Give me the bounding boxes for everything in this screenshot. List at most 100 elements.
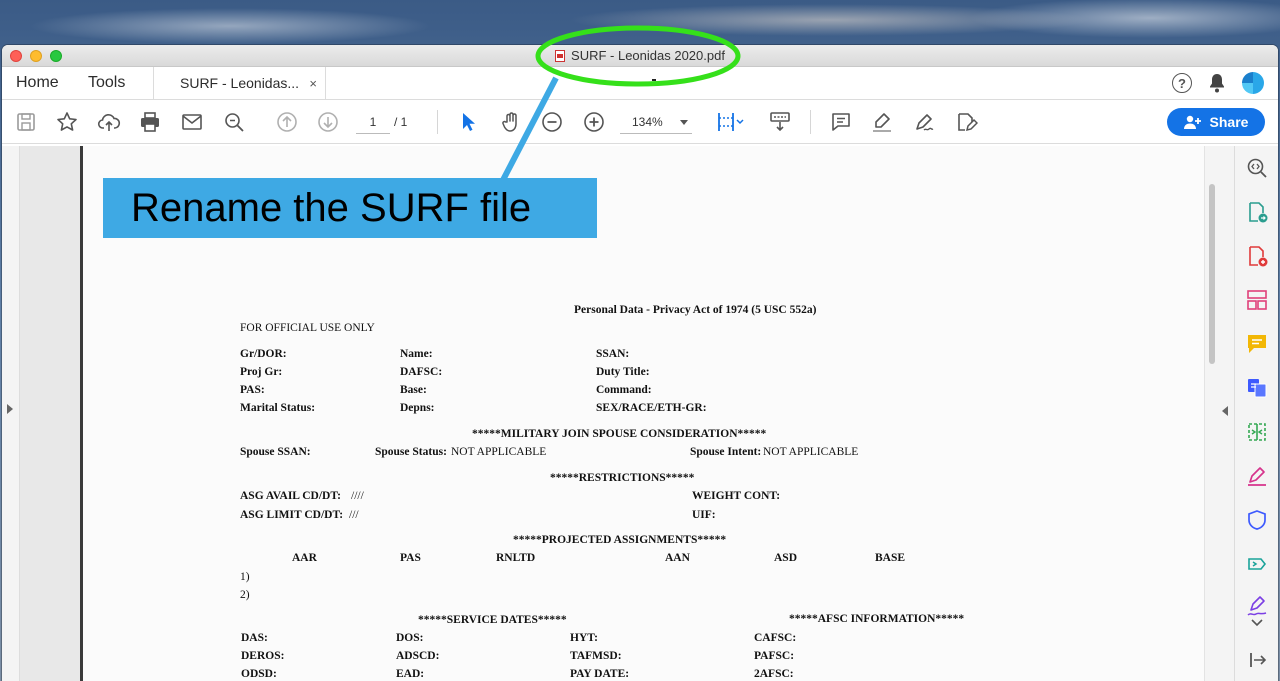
doc-field-label: DAFSC: [400, 366, 443, 378]
doc-field-label: ODSD: [241, 668, 277, 680]
compress-pdf-icon[interactable] [1245, 420, 1269, 444]
notifications-bell-icon[interactable] [1208, 73, 1226, 93]
doc-field-label: PAS: [240, 384, 265, 396]
doc-privacy-header: Personal Data - Privacy Act of 1974 (5 U… [574, 304, 817, 316]
select-cursor-icon[interactable] [454, 108, 482, 136]
request-signature-icon[interactable] [1245, 594, 1269, 618]
doc-field-label: ASG LIMIT CD/DT: [240, 509, 344, 521]
fit-page-icon[interactable] [713, 108, 747, 136]
avatar[interactable] [1242, 72, 1264, 94]
more-tools-chevron-icon[interactable] [1245, 616, 1269, 630]
share-button[interactable]: Share [1167, 108, 1265, 136]
close-tab-icon[interactable]: × [309, 76, 317, 91]
doc-field-label: PAFSC: [754, 650, 795, 662]
tools-pane [1234, 146, 1278, 681]
doc-field-label: DEROS: [241, 650, 285, 662]
doc-field-value: NOT APPLICABLE [763, 446, 859, 458]
vertical-scrollbar[interactable] [1204, 146, 1218, 681]
doc-field-label: EAD: [396, 668, 425, 680]
chevron-down-icon [680, 120, 688, 125]
window-title: SURF - Leonidas 2020.pdf [555, 48, 725, 63]
doc-fouo: FOR OFFICIAL USE ONLY [240, 322, 375, 334]
comment-tool-icon[interactable] [1245, 332, 1269, 356]
highlight-pen-icon[interactable] [868, 108, 896, 136]
add-person-icon [1183, 115, 1201, 129]
fill-and-sign-icon[interactable] [1245, 464, 1269, 488]
save-icon[interactable] [12, 108, 40, 136]
desktop-background [0, 0, 1280, 46]
doc-section-heading: *****PROJECTED ASSIGNMENTS***** [513, 534, 727, 546]
doc-field-label: PAY DATE: [570, 668, 630, 680]
doc-section-heading: *****MILITARY JOIN SPOUSE CONSIDERATION*… [472, 428, 767, 440]
tab-document[interactable]: SURF - Leonidas... × [154, 67, 326, 99]
minimize-window-button[interactable] [30, 50, 42, 62]
help-icon[interactable]: ? [1172, 73, 1192, 93]
export-pdf-icon[interactable] [1245, 200, 1269, 224]
doc-field-label: ASG AVAIL CD/DT: [240, 490, 341, 502]
doc-field-value: /// [349, 509, 359, 521]
doc-column-header: PAS [400, 552, 421, 564]
toolbar-divider [810, 110, 811, 134]
organize-pages-icon[interactable] [1245, 288, 1269, 312]
doc-field-label: WEIGHT CONT: [692, 490, 781, 502]
doc-field-label: Spouse Intent: [690, 446, 762, 458]
sign-icon[interactable] [910, 108, 938, 136]
right-panel-toggle[interactable] [1218, 146, 1234, 681]
share-button-label: Share [1209, 114, 1249, 130]
doc-section-heading: *****AFSC INFORMATION***** [789, 613, 965, 625]
zoom-window-button[interactable] [50, 50, 62, 62]
create-pdf-icon[interactable] [1245, 244, 1269, 268]
next-page-icon[interactable] [314, 108, 342, 136]
doc-field-label: TAFMSD: [570, 650, 622, 662]
fill-sign-icon[interactable] [952, 108, 980, 136]
zoom-level-select[interactable]: 134% [620, 112, 692, 134]
chevron-right-icon [7, 404, 13, 414]
hand-tool-icon[interactable] [497, 108, 525, 136]
print-icon[interactable] [136, 108, 164, 136]
doc-field-label: Marital Status: [240, 402, 316, 414]
zoom-out-icon[interactable] [538, 108, 566, 136]
close-window-button[interactable] [10, 50, 22, 62]
doc-field-label: Spouse SSAN: [240, 446, 311, 458]
collapse-pane-icon[interactable] [1245, 648, 1269, 672]
doc-field-label: ADSCD: [396, 650, 440, 662]
upload-cloud-icon[interactable] [95, 108, 123, 136]
send-for-review-icon[interactable] [1245, 552, 1269, 576]
left-panel-toggle[interactable] [2, 146, 20, 681]
protect-shield-icon[interactable] [1245, 508, 1269, 532]
combine-files-icon[interactable] [1245, 376, 1269, 400]
doc-field-label: Depns: [400, 402, 435, 414]
star-icon[interactable] [53, 108, 81, 136]
page-number-input[interactable]: 1 [356, 112, 390, 134]
annotation-callout-text: Rename the SURF file [131, 185, 532, 230]
window-title-text: SURF - Leonidas 2020.pdf [571, 48, 725, 63]
zoom-search-icon[interactable] [1245, 156, 1269, 180]
title-bar: SURF - Leonidas 2020.pdf [2, 45, 1278, 67]
doc-field-label: 2AFSC: [754, 668, 794, 680]
doc-field-label: Gr/DOR: [240, 348, 287, 360]
window-controls [10, 50, 62, 62]
zoom-in-icon[interactable] [580, 108, 608, 136]
zoom-level-value: 134% [632, 115, 663, 129]
doc-field-label: HYT: [570, 632, 598, 644]
doc-field-label: Duty Title: [596, 366, 650, 378]
doc-field-label: Base: [400, 384, 427, 396]
previous-page-icon[interactable] [273, 108, 301, 136]
doc-field-value: //// [351, 490, 364, 502]
comment-icon[interactable] [827, 108, 855, 136]
header-actions: ? [1172, 72, 1264, 94]
search-icon[interactable] [220, 108, 248, 136]
doc-section-heading: *****RESTRICTIONS***** [550, 472, 695, 484]
chevron-left-icon [1222, 406, 1228, 416]
tab-bar-marker [652, 79, 656, 81]
tab-home[interactable]: Home [2, 67, 74, 99]
tab-tools[interactable]: Tools [74, 67, 154, 99]
scrolling-mode-icon[interactable] [766, 108, 794, 136]
scrollbar-thumb[interactable] [1209, 184, 1215, 364]
doc-field-label: DOS: [396, 632, 424, 644]
doc-field-label: SEX/RACE/ETH-GR: [596, 402, 707, 414]
email-icon[interactable] [178, 108, 206, 136]
doc-field-label: Command: [596, 384, 652, 396]
doc-column-header: ASD [774, 552, 798, 564]
doc-column-header: RNLTD [496, 552, 536, 564]
